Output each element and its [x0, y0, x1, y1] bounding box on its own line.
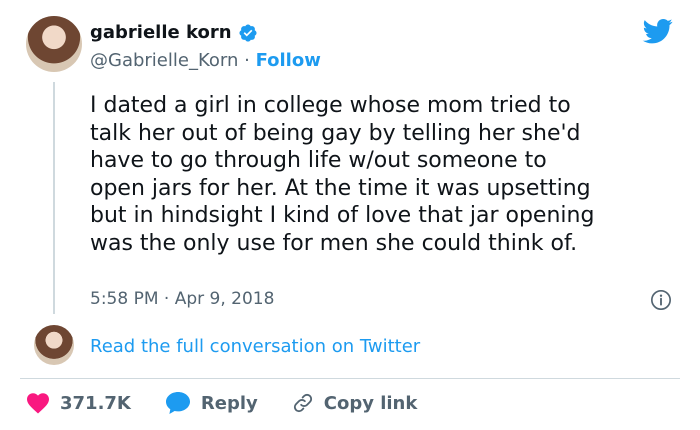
copy-link-button[interactable]: Copy link: [292, 392, 418, 414]
verified-badge-icon: [238, 23, 257, 42]
divider: [20, 378, 680, 379]
thread-line: [53, 82, 55, 314]
reply-bubble-icon: [165, 392, 190, 414]
reply-label: Reply: [200, 392, 258, 414]
author-name-row: gabrielle korn: [90, 22, 258, 43]
author-display-name[interactable]: gabrielle korn: [90, 22, 232, 43]
info-icon[interactable]: [650, 289, 672, 311]
embedded-tweet: gabrielle korn @Gabrielle_Korn · Follow …: [0, 0, 700, 430]
tweet-actions: 371.7K Reply Copy link: [26, 391, 451, 415]
reply-button[interactable]: Reply: [165, 391, 258, 415]
author-handle[interactable]: @Gabrielle_Korn: [90, 50, 238, 71]
tweet-text: I dated a girl in college whose mom trie…: [90, 92, 690, 257]
like-button[interactable]: 371.7K: [26, 392, 131, 414]
follow-button[interactable]: Follow: [256, 50, 321, 71]
tweet-timestamp[interactable]: 5:58 PM · Apr 9, 2018: [90, 289, 274, 309]
tweet-text-line: talk her out of being gay by telling her…: [90, 120, 581, 146]
copy-link-label: Copy link: [323, 392, 418, 414]
tweet-text-line: open jars for her. At the time it was up…: [90, 175, 591, 201]
author-avatar[interactable]: [26, 16, 82, 72]
handle-separator: ·: [244, 50, 250, 71]
link-icon: [293, 393, 312, 413]
twitter-bird-icon[interactable]: [640, 16, 676, 46]
heart-icon: [27, 393, 49, 414]
read-full-conversation-link[interactable]: Read the full conversation on Twitter: [90, 336, 420, 357]
tweet-text-line: I dated a girl in college whose mom trie…: [90, 93, 571, 118]
author-handle-row: @Gabrielle_Korn · Follow: [90, 50, 321, 71]
likes-count: 371.7K: [60, 392, 131, 414]
tweet-text-line: have to go through life w/out someone to: [90, 148, 547, 173]
tweet-text-line: was the only use for men she could think…: [90, 230, 578, 256]
tweet-text-line: but in hindsight I kind of love that jar…: [90, 203, 595, 228]
conversation-avatar[interactable]: [34, 325, 74, 365]
